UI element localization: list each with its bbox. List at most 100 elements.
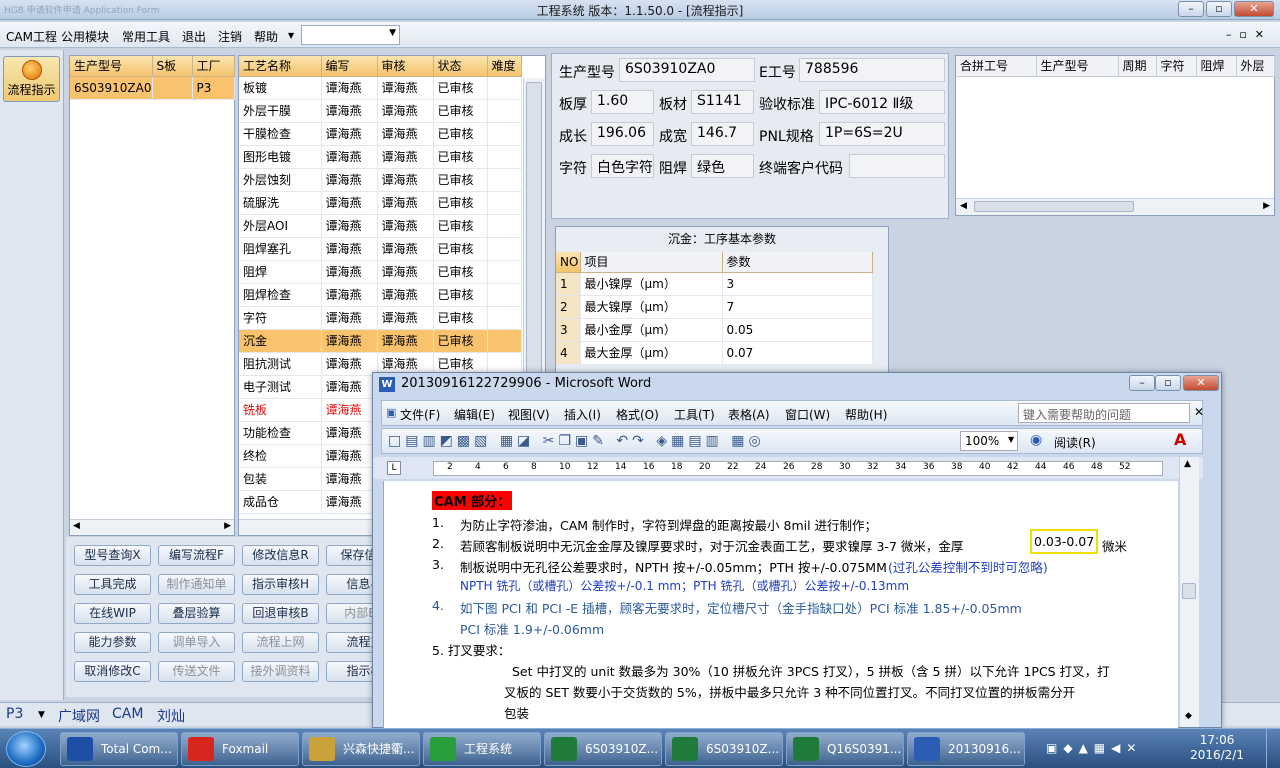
menu-cam[interactable]: CAM工程	[6, 28, 57, 45]
clock[interactable]: 17:06 2016/2/1	[1190, 733, 1244, 763]
taskbar-item[interactable]: Q16S0391...	[786, 732, 904, 766]
menu-exit[interactable]: 退出	[182, 28, 206, 45]
scroll-down-icon[interactable]: ◆	[1185, 711, 1192, 721]
scroll-left-icon[interactable]: ◀	[73, 521, 80, 531]
taskbar-item[interactable]: 工程系统	[423, 732, 541, 766]
help-search-input[interactable]: 键入需要帮助的问题	[1018, 403, 1190, 423]
col-writer[interactable]: 编写	[321, 56, 378, 77]
maximize-button[interactable]: ▫	[1206, 1, 1232, 17]
start-button[interactable]	[6, 731, 46, 767]
action-button[interactable]: 能力参数	[74, 632, 151, 653]
document-page[interactable]: CAM 部分： 1. 为防止字符渗油，CAM 制作时，字符到焊盘的距离按最小 8…	[383, 481, 1178, 729]
table-row[interactable]: 板镀 谭海燕 谭海燕 已审核	[239, 76, 522, 100]
pnl-field[interactable]: 1P=6S=2U	[819, 122, 945, 146]
action-button[interactable]: 调单导入	[158, 632, 235, 653]
table-row[interactable]: 字符 谭海燕 谭海燕 已审核	[239, 306, 522, 330]
thickness-field[interactable]: 1.60	[591, 90, 654, 114]
table-row[interactable]: 外层蚀刻 谭海燕 谭海燕 已审核	[239, 168, 522, 192]
col-item[interactable]: 项目	[580, 252, 723, 273]
table-row[interactable]: 硫脲洗 谭海燕 谭海燕 已审核	[239, 191, 522, 215]
menu-common-module[interactable]: 公用模块	[61, 28, 109, 45]
table-row[interactable]: 2 最大镍厚（μm） 7	[556, 295, 873, 319]
table-row[interactable]: 阻焊塞孔 谭海燕 谭海燕 已审核	[239, 237, 522, 261]
table-row[interactable]: 图形电镀 谭海燕 谭海燕 已审核	[239, 145, 522, 169]
word-menu-insert[interactable]: 插入(I)	[564, 406, 601, 423]
action-button[interactable]: 编写流程F	[158, 545, 235, 566]
product-grid-hscroll[interactable]: ◀ ▶	[70, 519, 234, 535]
action-button[interactable]: 在线WIP	[74, 603, 151, 624]
char-field[interactable]: 白色字符	[591, 154, 654, 178]
col-no[interactable]: NO	[556, 252, 581, 273]
col-model[interactable]: 生产型号	[70, 56, 153, 77]
word-maximize-button[interactable]: ▫	[1155, 375, 1181, 391]
action-button[interactable]: 制作通知单	[158, 574, 235, 595]
top-combo[interactable]: ▼	[301, 25, 400, 45]
show-desktop-button[interactable]	[1266, 729, 1280, 768]
table-row[interactable]: 干膜检查 谭海燕 谭海燕 已审核	[239, 122, 522, 146]
col-param[interactable]: 参数	[722, 252, 873, 273]
col-reviewer[interactable]: 审核	[377, 56, 434, 77]
scroll-right-icon[interactable]: ▶	[224, 521, 231, 531]
minimize-button[interactable]: –	[1178, 1, 1204, 17]
action-button[interactable]: 传送文件	[158, 661, 235, 682]
material-field[interactable]: S1141	[691, 90, 754, 114]
word-menu-file[interactable]: 文件(F)	[400, 406, 440, 423]
col-merge-char[interactable]: 字符	[1156, 56, 1197, 77]
scroll-right-icon[interactable]: ▶	[1263, 201, 1270, 211]
taskbar-item[interactable]: 20130916...	[907, 732, 1025, 766]
taskbar-item[interactable]: 6S03910Z...	[544, 732, 662, 766]
close-doc-icon[interactable]: ✕	[1194, 405, 1204, 419]
col-merge-cycle[interactable]: 周期	[1118, 56, 1157, 77]
chevron-down-icon[interactable]: ▼	[38, 710, 45, 720]
word-menu-edit[interactable]: 编辑(E)	[454, 406, 495, 423]
action-button[interactable]: 接外调资料	[242, 661, 319, 682]
col-merge-outer[interactable]: 外层	[1236, 56, 1275, 77]
taskbar-item[interactable]: 兴森快捷衢...	[302, 732, 420, 766]
table-row[interactable]: 4 最大金厚（μm） 0.07	[556, 341, 873, 365]
taskbar-item[interactable]: Total Com...	[60, 732, 178, 766]
col-status[interactable]: 状态	[433, 56, 488, 77]
menu-help[interactable]: 帮助	[254, 28, 278, 45]
action-button[interactable]: 修改信息R	[242, 545, 319, 566]
scroll-thumb[interactable]	[1182, 583, 1196, 599]
customer-field[interactable]	[849, 154, 945, 178]
eno-field[interactable]: 788596	[799, 58, 945, 82]
action-button[interactable]: 取消修改C	[74, 661, 151, 682]
menu-common-tools[interactable]: 常用工具	[122, 28, 170, 45]
chevron-down-icon[interactable]: ▼	[1008, 435, 1014, 444]
model-field[interactable]: 6S03910ZA0	[619, 58, 755, 82]
action-button[interactable]: 流程上网	[242, 632, 319, 653]
table-row[interactable]: 1 最小镍厚（μm） 3	[556, 272, 873, 296]
mdi-controls[interactable]: –▫✕	[1226, 28, 1272, 41]
col-factory[interactable]: 工厂	[192, 56, 235, 77]
action-button[interactable]: 工具完成	[74, 574, 151, 595]
standard-toolbar-icons[interactable]: □▤▥◩▩▧ ▦◪ ✂❐▣✎ ↶↷ ◈▦▤▥ ▦◎	[388, 433, 765, 449]
word-vscroll[interactable]: ▲ ◆	[1179, 457, 1199, 727]
col-merge-mask[interactable]: 阻焊	[1196, 56, 1237, 77]
table-row[interactable]: 3 最小金厚（μm） 0.05	[556, 318, 873, 342]
table-row[interactable]: 阻焊 谭海燕 谭海燕 已审核	[239, 260, 522, 284]
width-field[interactable]: 146.7	[691, 122, 754, 146]
merge-grid-hscroll[interactable]: ◀ ▶	[956, 198, 1274, 215]
scroll-left-icon[interactable]: ◀	[960, 201, 967, 211]
col-sboard[interactable]: S板	[152, 56, 193, 77]
flow-indicator-button[interactable]: 流程指示	[3, 56, 60, 102]
taskbar-item[interactable]: 6S03910Z...	[665, 732, 783, 766]
standard-field[interactable]: IPC-6012 Ⅱ级	[819, 90, 945, 114]
word-menu-view[interactable]: 视图(V)	[508, 406, 550, 423]
font-color-icon[interactable]: A	[1174, 430, 1186, 449]
word-close-button[interactable]: ✕	[1183, 375, 1219, 391]
length-field[interactable]: 196.06	[591, 122, 654, 146]
scroll-thumb[interactable]	[974, 201, 1134, 212]
col-merge-no[interactable]: 合拼工号	[956, 56, 1037, 77]
menu-logout[interactable]: 注销	[218, 28, 242, 45]
table-row[interactable]: 外层干膜 谭海燕 谭海燕 已审核	[239, 99, 522, 123]
action-button[interactable]: 叠层验算	[158, 603, 235, 624]
action-button[interactable]: 指示审核H	[242, 574, 319, 595]
table-row[interactable]: 6S03910ZA0 P3	[70, 76, 235, 100]
scroll-thumb[interactable]	[526, 82, 542, 382]
close-button[interactable]: ✕	[1234, 1, 1274, 17]
taskbar-item[interactable]: Foxmail	[181, 732, 299, 766]
table-row[interactable]: 外层AOI 谭海燕 谭海燕 已审核	[239, 214, 522, 238]
action-button[interactable]: 型号查询X	[74, 545, 151, 566]
